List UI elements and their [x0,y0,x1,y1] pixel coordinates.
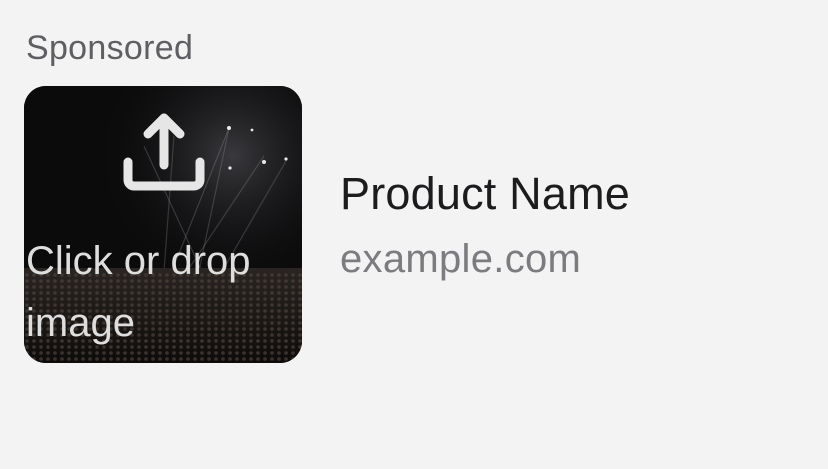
dropzone-label: Click or drop image [26,239,251,345]
ad-card: Click or drop image Product Name example… [24,86,630,363]
image-dropzone[interactable]: Click or drop image [24,86,302,363]
product-name[interactable]: Product Name [340,167,630,221]
upload-icon [123,113,205,191]
product-url[interactable]: example.com [340,235,630,283]
product-info: Product Name example.com [340,167,630,283]
sponsored-label: Sponsored [26,29,194,67]
